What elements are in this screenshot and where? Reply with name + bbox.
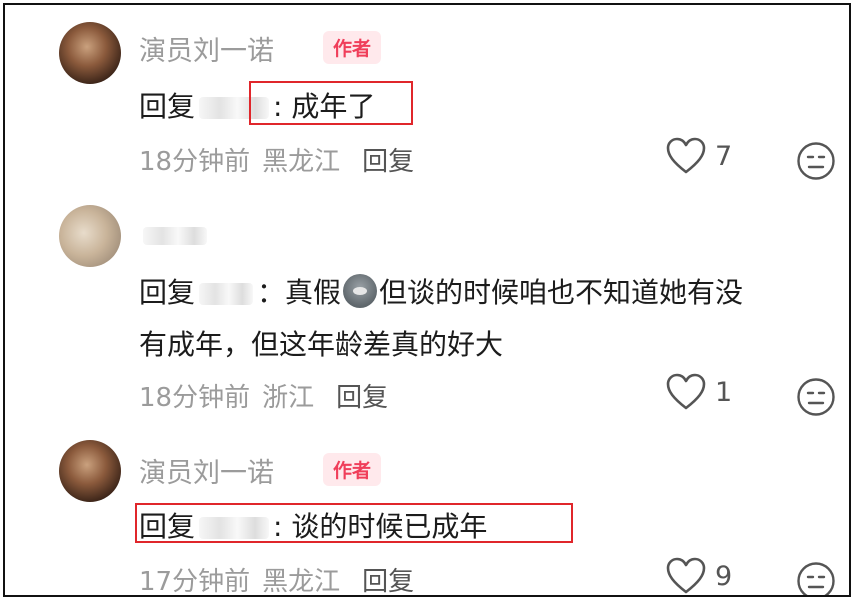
heart-outline-icon: [666, 137, 706, 174]
comment-time: 18分钟前: [139, 147, 251, 177]
reply-prefix: 回复: [139, 276, 196, 309]
comment-time: 18分钟前: [139, 383, 251, 413]
reply-content-part1: ：真假: [257, 276, 342, 309]
reply-button[interactable]: 回复: [362, 147, 414, 177]
comment-text: 回复 ：真假 但谈的时候咱也不知道她有没: [139, 271, 743, 311]
comment-username[interactable]: 演员刘一诺: [139, 29, 274, 68]
blurred-username: [143, 227, 207, 245]
reply-content-part2: 但谈的时候咱也不知道她有没: [379, 276, 744, 309]
like-button[interactable]: 1: [665, 373, 732, 411]
heart-outline-icon: [666, 373, 706, 410]
blurred-username: [199, 283, 254, 305]
neutral-face-icon[interactable]: [796, 141, 836, 181]
comment-meta: 18分钟前 浙江 回复: [139, 377, 388, 414]
comment-meta: 18分钟前 黑龙江 回复: [139, 141, 414, 178]
reply-prefix: 回复: [139, 90, 196, 123]
highlight-box: [249, 81, 413, 125]
comment-meta: 17分钟前 黑龙江 回复: [139, 561, 414, 597]
avatar[interactable]: [59, 440, 121, 502]
comment-username[interactable]: 演员刘一诺: [139, 451, 274, 490]
avatar[interactable]: [59, 205, 121, 267]
heart-outline-icon: [666, 557, 706, 594]
author-badge: 作者: [323, 453, 382, 486]
neutral-face-icon[interactable]: [796, 377, 836, 417]
comment-text-line2: 有成年，但这年龄差真的好大: [139, 328, 504, 361]
reply-button[interactable]: 回复: [336, 383, 388, 413]
like-button[interactable]: 9: [665, 557, 732, 595]
comment-location: 浙江: [262, 383, 315, 413]
like-count: 1: [715, 376, 733, 408]
comment-location: 黑龙江: [262, 567, 341, 597]
author-badge: 作者: [323, 31, 382, 64]
reply-button[interactable]: 回复: [362, 567, 414, 595]
like-button[interactable]: 7: [665, 137, 732, 175]
highlight-box: [135, 503, 573, 543]
like-count: 7: [715, 140, 733, 172]
like-count: 9: [715, 560, 733, 592]
comment-location: 黑龙江: [262, 147, 341, 177]
avatar[interactable]: [59, 22, 121, 84]
neutral-face-icon[interactable]: [796, 561, 836, 597]
emoji-icon: [343, 274, 378, 308]
comment-time: 17分钟前: [139, 567, 251, 597]
comment-list: 演员刘一诺 作者 回复: 成年了 18分钟前 黑龙江 回复 7 回复 ：真假 但谈的时候…: [3, 3, 851, 597]
